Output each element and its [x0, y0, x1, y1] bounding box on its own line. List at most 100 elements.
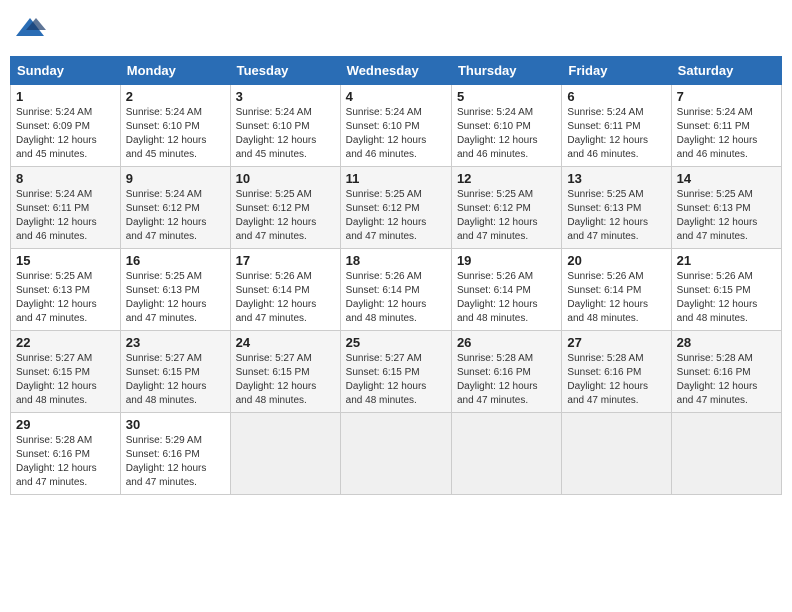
logo-icon: [14, 16, 46, 42]
day-info: Sunrise: 5:24 AMSunset: 6:10 PMDaylight:…: [236, 106, 335, 162]
calendar-cell: [451, 413, 561, 495]
calendar-cell: 27Sunrise: 5:28 AMSunset: 6:16 PMDayligh…: [562, 331, 671, 413]
calendar-cell: 1 Sunrise: 5:24 AMSunset: 6:09 PMDaylight…: [11, 85, 121, 167]
day-info: Sunrise: 5:26 AMSunset: 6:14 PMDaylight:…: [567, 270, 665, 326]
calendar-cell: 19 Sunrise: 5:26 AMSunset: 6:14 PMDayligh…: [451, 249, 561, 331]
day-info: Sunrise: 5:25 AMSunset: 6:13 PMDaylight:…: [567, 188, 665, 244]
calendar-cell: [671, 413, 781, 495]
calendar-header-sunday: Sunday: [11, 57, 121, 85]
logo: [14, 16, 50, 42]
calendar-cell: 22 Sunrise: 5:27 AMSunset: 6:15 PMDayligh…: [11, 331, 121, 413]
day-info: Sunrise: 5:26 AMSunset: 6:15 PMDaylight:…: [677, 270, 776, 326]
day-number: 30: [126, 417, 225, 432]
day-number: 29: [16, 417, 115, 432]
day-info: Sunrise: 5:25 AMSunset: 6:13 PMDaylight:…: [126, 270, 225, 326]
calendar-cell: 8 Sunrise: 5:24 AMSunset: 6:11 PMDaylight…: [11, 167, 121, 249]
calendar-header-wednesday: Wednesday: [340, 57, 451, 85]
day-info: Sunrise: 5:28 AMSunset: 6:16 PMDaylight:…: [457, 352, 556, 408]
calendar-cell: 9 Sunrise: 5:24 AMSunset: 6:12 PMDaylight…: [120, 167, 230, 249]
day-info: Sunrise: 5:28 AMSunset: 6:16 PMDaylight:…: [16, 434, 115, 490]
calendar: SundayMondayTuesdayWednesdayThursdayFrid…: [10, 56, 782, 495]
calendar-cell: 24 Sunrise: 5:27 AMSunset: 6:15 PMDayligh…: [230, 331, 340, 413]
day-info: Sunrise: 5:24 AMSunset: 6:10 PMDaylight:…: [457, 106, 556, 162]
day-info: Sunrise: 5:24 AMSunset: 6:10 PMDaylight:…: [126, 106, 225, 162]
day-number: 17: [236, 253, 335, 268]
calendar-cell: 13 Sunrise: 5:25 AMSunset: 6:13 PMDayligh…: [562, 167, 671, 249]
day-info: Sunrise: 5:26 AMSunset: 6:14 PMDaylight:…: [346, 270, 446, 326]
day-number: 19: [457, 253, 556, 268]
calendar-cell: 4 Sunrise: 5:24 AMSunset: 6:10 PMDaylight…: [340, 85, 451, 167]
calendar-header-friday: Friday: [562, 57, 671, 85]
day-info: Sunrise: 5:24 AMSunset: 6:10 PMDaylight:…: [346, 106, 446, 162]
calendar-week-row: 22 Sunrise: 5:27 AMSunset: 6:15 PMDayligh…: [11, 331, 782, 413]
calendar-cell: [230, 413, 340, 495]
day-number: 10: [236, 171, 335, 186]
day-number: 12: [457, 171, 556, 186]
day-number: 25: [346, 335, 446, 350]
calendar-cell: 25Sunrise: 5:27 AMSunset: 6:15 PMDayligh…: [340, 331, 451, 413]
day-number: 22: [16, 335, 115, 350]
calendar-cell: 21 Sunrise: 5:26 AMSunset: 6:15 PMDayligh…: [671, 249, 781, 331]
day-info: Sunrise: 5:28 AMSunset: 6:16 PMDaylight:…: [677, 352, 776, 408]
calendar-cell: 11 Sunrise: 5:25 AMSunset: 6:12 PMDayligh…: [340, 167, 451, 249]
calendar-cell: 20 Sunrise: 5:26 AMSunset: 6:14 PMDayligh…: [562, 249, 671, 331]
day-number: 1: [16, 89, 115, 104]
day-number: 9: [126, 171, 225, 186]
day-number: 20: [567, 253, 665, 268]
calendar-cell: 30 Sunrise: 5:29 AMSunset: 6:16 PMDayligh…: [120, 413, 230, 495]
calendar-cell: 3 Sunrise: 5:24 AMSunset: 6:10 PMDaylight…: [230, 85, 340, 167]
calendar-cell: 14Sunrise: 5:25 AMSunset: 6:13 PMDayligh…: [671, 167, 781, 249]
day-number: 6: [567, 89, 665, 104]
calendar-cell: 23Sunrise: 5:27 AMSunset: 6:15 PMDayligh…: [120, 331, 230, 413]
day-info: Sunrise: 5:25 AMSunset: 6:12 PMDaylight:…: [236, 188, 335, 244]
day-info: Sunrise: 5:26 AMSunset: 6:14 PMDaylight:…: [457, 270, 556, 326]
calendar-cell: 5 Sunrise: 5:24 AMSunset: 6:10 PMDaylight…: [451, 85, 561, 167]
calendar-cell: 17Sunrise: 5:26 AMSunset: 6:14 PMDayligh…: [230, 249, 340, 331]
calendar-header-monday: Monday: [120, 57, 230, 85]
day-info: Sunrise: 5:29 AMSunset: 6:16 PMDaylight:…: [126, 434, 225, 490]
day-number: 27: [567, 335, 665, 350]
calendar-header-row: SundayMondayTuesdayWednesdayThursdayFrid…: [11, 57, 782, 85]
day-number: 4: [346, 89, 446, 104]
header: [10, 10, 782, 48]
calendar-cell: 28Sunrise: 5:28 AMSunset: 6:16 PMDayligh…: [671, 331, 781, 413]
calendar-cell: [562, 413, 671, 495]
day-number: 5: [457, 89, 556, 104]
day-number: 15: [16, 253, 115, 268]
day-number: 3: [236, 89, 335, 104]
day-info: Sunrise: 5:24 AMSunset: 6:11 PMDaylight:…: [567, 106, 665, 162]
day-number: 13: [567, 171, 665, 186]
day-info: Sunrise: 5:25 AMSunset: 6:12 PMDaylight:…: [457, 188, 556, 244]
day-number: 11: [346, 171, 446, 186]
calendar-cell: 6 Sunrise: 5:24 AMSunset: 6:11 PMDaylight…: [562, 85, 671, 167]
calendar-cell: 18 Sunrise: 5:26 AMSunset: 6:14 PMDayligh…: [340, 249, 451, 331]
day-number: 8: [16, 171, 115, 186]
day-info: Sunrise: 5:27 AMSunset: 6:15 PMDaylight:…: [16, 352, 115, 408]
calendar-header-tuesday: Tuesday: [230, 57, 340, 85]
calendar-week-row: 15 Sunrise: 5:25 AMSunset: 6:13 PMDayligh…: [11, 249, 782, 331]
calendar-cell: 29 Sunrise: 5:28 AMSunset: 6:16 PMDayligh…: [11, 413, 121, 495]
day-number: 21: [677, 253, 776, 268]
calendar-week-row: 29 Sunrise: 5:28 AMSunset: 6:16 PMDayligh…: [11, 413, 782, 495]
day-info: Sunrise: 5:24 AMSunset: 6:11 PMDaylight:…: [16, 188, 115, 244]
calendar-cell: 10 Sunrise: 5:25 AMSunset: 6:12 PMDayligh…: [230, 167, 340, 249]
calendar-cell: 16 Sunrise: 5:25 AMSunset: 6:13 PMDayligh…: [120, 249, 230, 331]
calendar-cell: 7 Sunrise: 5:24 AMSunset: 6:11 PMDaylight…: [671, 85, 781, 167]
day-number: 18: [346, 253, 446, 268]
day-number: 24: [236, 335, 335, 350]
calendar-cell: 15 Sunrise: 5:25 AMSunset: 6:13 PMDayligh…: [11, 249, 121, 331]
calendar-week-row: 8 Sunrise: 5:24 AMSunset: 6:11 PMDaylight…: [11, 167, 782, 249]
calendar-header-saturday: Saturday: [671, 57, 781, 85]
day-info: Sunrise: 5:25 AMSunset: 6:13 PMDaylight:…: [677, 188, 776, 244]
day-info: Sunrise: 5:24 AMSunset: 6:09 PMDaylight:…: [16, 106, 115, 162]
day-info: Sunrise: 5:24 AMSunset: 6:11 PMDaylight:…: [677, 106, 776, 162]
day-number: 7: [677, 89, 776, 104]
calendar-week-row: 1 Sunrise: 5:24 AMSunset: 6:09 PMDaylight…: [11, 85, 782, 167]
day-info: Sunrise: 5:25 AMSunset: 6:13 PMDaylight:…: [16, 270, 115, 326]
calendar-cell: [340, 413, 451, 495]
day-info: Sunrise: 5:24 AMSunset: 6:12 PMDaylight:…: [126, 188, 225, 244]
day-number: 16: [126, 253, 225, 268]
day-info: Sunrise: 5:25 AMSunset: 6:12 PMDaylight:…: [346, 188, 446, 244]
calendar-header-thursday: Thursday: [451, 57, 561, 85]
day-info: Sunrise: 5:27 AMSunset: 6:15 PMDaylight:…: [236, 352, 335, 408]
